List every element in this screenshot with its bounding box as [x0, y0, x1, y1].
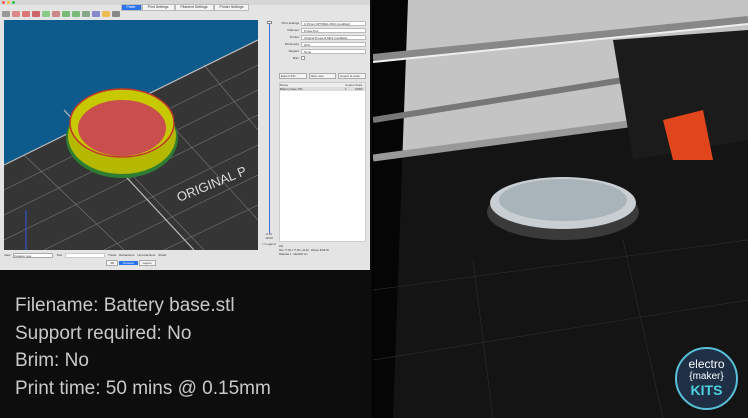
filament-row[interactable]: Filament Prusa PLA: [279, 27, 366, 33]
retractions-checkbox[interactable]: Retractions: [119, 253, 134, 257]
row-label: Print settings: [281, 21, 299, 25]
preview-bottom-bar: View Feature type Tool Travel Retraction…: [4, 252, 258, 268]
print-time-line: Print time: 50 mins @ 0.15mm: [15, 377, 271, 399]
support-select[interactable]: None: [301, 48, 366, 54]
row-label: Brim: [292, 56, 299, 60]
row-label: Filament: [287, 28, 299, 32]
rotate-right-icon[interactable]: [72, 11, 80, 17]
tab-bar: Plater Print Settings Filament Settings Pri…: [0, 4, 370, 11]
export-gcode-button[interactable]: Export G-code...: [338, 73, 367, 79]
printer-row[interactable]: Printer Original Prusa i3 MK3 (modified): [279, 34, 366, 40]
filename-line: Filename: Battery base.stl: [15, 295, 235, 316]
row-label: Fill density: [284, 42, 299, 46]
view-select[interactable]: Feature type: [13, 252, 54, 258]
3d-preview-canvas[interactable]: ORIGINAL P: [4, 20, 258, 250]
print-settings-row[interactable]: Print settings 0.15mm OPTIMAL MK3 (modifi…: [279, 20, 366, 26]
fill-density-row[interactable]: Fill density 20%: [279, 41, 366, 47]
info-label: Volume: [310, 249, 320, 252]
slider-values: 0.15 10.00: [262, 232, 276, 240]
fewer-icon[interactable]: [52, 11, 60, 17]
slider-top-value: 10.00: [265, 236, 273, 240]
slicer-window: Plater Print Settings Filament Settings Pri…: [0, 0, 370, 270]
split-icon[interactable]: [92, 11, 100, 17]
row-label: Printer: [290, 35, 299, 39]
caption: Filename: Battery base.stl Support requi…: [15, 292, 271, 402]
slice-now-button[interactable]: Slice now: [308, 73, 337, 79]
toolbar: [2, 11, 162, 19]
unretractions-checkbox[interactable]: Unretractions: [137, 253, 155, 257]
shells-checkbox[interactable]: Shells: [158, 253, 166, 257]
tab-preview[interactable]: Preview: [119, 261, 138, 265]
logo-line2: {maker}: [689, 371, 724, 382]
object-name: Battery base.STL: [280, 87, 304, 91]
info-value: Yes: [303, 253, 308, 256]
export-buttons: Export STL... Slice now Export G-code...: [279, 73, 367, 79]
legend-label: Legend: [265, 242, 276, 246]
print-settings-select[interactable]: 0.15mm OPTIMAL MK3 (modified): [301, 20, 366, 26]
info-value: 77.00 x 77.00 x 10.00: [284, 249, 309, 252]
add-icon[interactable]: [2, 11, 10, 17]
delete-all-icon[interactable]: [22, 11, 30, 17]
tool-label: Tool: [56, 253, 62, 257]
rotate-icon[interactable]: [62, 11, 70, 17]
tab-plater[interactable]: Plater: [120, 4, 142, 11]
list-item[interactable]: Battery base.STL 1 100%: [280, 87, 365, 91]
brim-checkbox[interactable]: [301, 56, 305, 60]
export-stl-button[interactable]: Export STL...: [279, 73, 307, 79]
info-value: 1: [289, 253, 292, 256]
cut-icon[interactable]: [102, 11, 110, 17]
filament-select[interactable]: Prusa PLA: [301, 27, 366, 33]
tool-select[interactable]: [64, 252, 105, 258]
tab-layers[interactable]: Layers: [138, 260, 156, 266]
tab-3d[interactable]: 3D: [106, 260, 119, 266]
object-scale: 100%: [355, 87, 363, 91]
info-label: Size: [279, 249, 284, 252]
support-line: Support required: No: [15, 322, 192, 344]
object-copies: 1: [345, 87, 347, 91]
logo-line1: electro: [688, 357, 725, 371]
slider-top-handle[interactable]: [267, 21, 272, 24]
support-row[interactable]: Support None: [279, 48, 366, 54]
brim-line: Brim: No: [15, 350, 89, 371]
row-label: Support: [288, 49, 299, 53]
electro-maker-kits-logo: electro {maker} KITS: [675, 347, 738, 410]
layer-slider[interactable]: 0.15 10.00 ☐ Legend: [262, 20, 276, 252]
logo-line3: KITS: [690, 382, 723, 398]
sidebar: Print settings 0.15mm OPTIMAL MK3 (modifi…: [279, 20, 367, 268]
info-panel: Info Size 77.00 x 77.00 x 10.00 Volume 9…: [279, 245, 366, 257]
delete-icon[interactable]: [12, 11, 20, 17]
tab-filament-settings[interactable]: Filament Settings: [174, 4, 214, 11]
more-icon[interactable]: [42, 11, 50, 17]
arrange-icon[interactable]: [32, 11, 40, 17]
info-label: Materials: [279, 253, 290, 256]
fill-density-select[interactable]: 20%: [301, 41, 366, 47]
tab-printer-settings[interactable]: Printer Settings: [213, 4, 250, 11]
legend-checkbox[interactable]: ☐ Legend: [262, 242, 276, 246]
object-list[interactable]: Name Copies Scale Battery base.STL 1 100…: [279, 82, 366, 242]
bed-preview: ORIGINAL P: [4, 20, 258, 250]
printer-photo: electro {maker} KITS: [373, 0, 748, 418]
brim-row[interactable]: Brim: [279, 55, 366, 61]
tab-print-settings[interactable]: Print Settings: [141, 4, 175, 11]
settings-icon[interactable]: [112, 11, 120, 17]
info-value: 9415.39: [319, 249, 329, 252]
travel-checkbox[interactable]: Travel: [108, 253, 116, 257]
scale-icon[interactable]: [82, 11, 90, 17]
left-panel: Plater Print Settings Filament Settings Pri…: [0, 0, 372, 418]
printer-select[interactable]: Original Prusa i3 MK3 (modified): [301, 34, 366, 40]
view-label: View: [4, 253, 11, 257]
info-label: Manifold: [293, 253, 303, 256]
